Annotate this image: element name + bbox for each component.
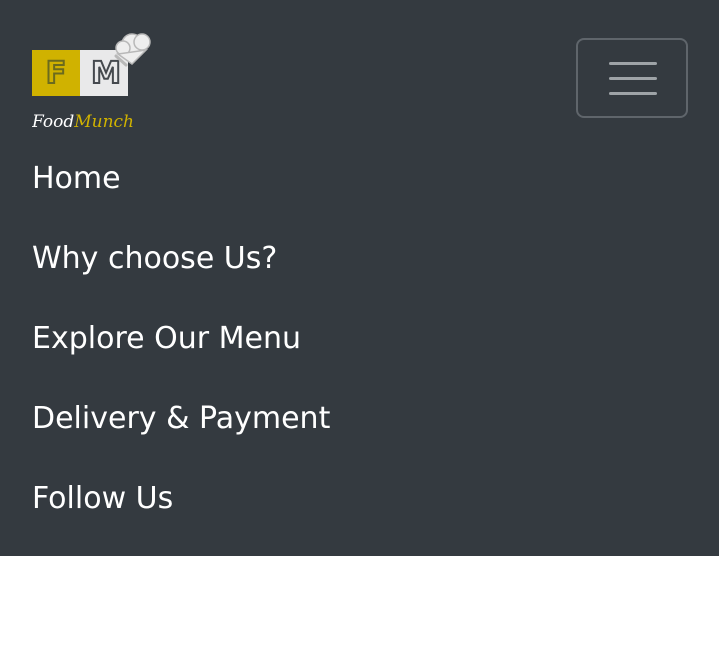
hamburger-bar-middle — [609, 77, 657, 80]
nav-link-home[interactable]: Home — [32, 155, 330, 235]
brand-wordmark: FoodMunch — [32, 112, 134, 132]
chef-hat-icon — [114, 33, 151, 67]
brand-logo-link[interactable]: F M FoodMunch — [31, 30, 152, 134]
foodmunch-logo: F M FoodMunch — [31, 33, 151, 132]
wordmark-munch: Munch — [73, 112, 134, 132]
hamburger-bar-bottom — [609, 92, 657, 95]
hamburger-menu-icon — [609, 62, 657, 65]
navbar: F M FoodMunch Home Why choose Us? Explor… — [0, 0, 719, 556]
nav-link-why-choose-us[interactable]: Why choose Us? — [32, 235, 330, 315]
logo-letter-f: F — [46, 56, 67, 91]
nav-item-why-choose-us: Why choose Us? — [32, 235, 330, 315]
nav-item-home: Home — [32, 155, 330, 235]
nav-link-explore-menu[interactable]: Explore Our Menu — [32, 315, 330, 395]
nav-link-delivery-payment[interactable]: Delivery & Payment — [32, 395, 330, 475]
nav-link-follow-us[interactable]: Follow Us — [32, 475, 330, 555]
nav-item-follow-us: Follow Us — [32, 475, 330, 555]
nav-menu: Home Why choose Us? Explore Our Menu Del… — [32, 155, 330, 555]
nav-item-explore-menu: Explore Our Menu — [32, 315, 330, 395]
logo-letter-m: M — [91, 56, 121, 91]
navbar-toggler-button[interactable] — [576, 38, 688, 118]
wordmark-food: Food — [32, 112, 74, 132]
nav-item-delivery-payment: Delivery & Payment — [32, 395, 330, 475]
